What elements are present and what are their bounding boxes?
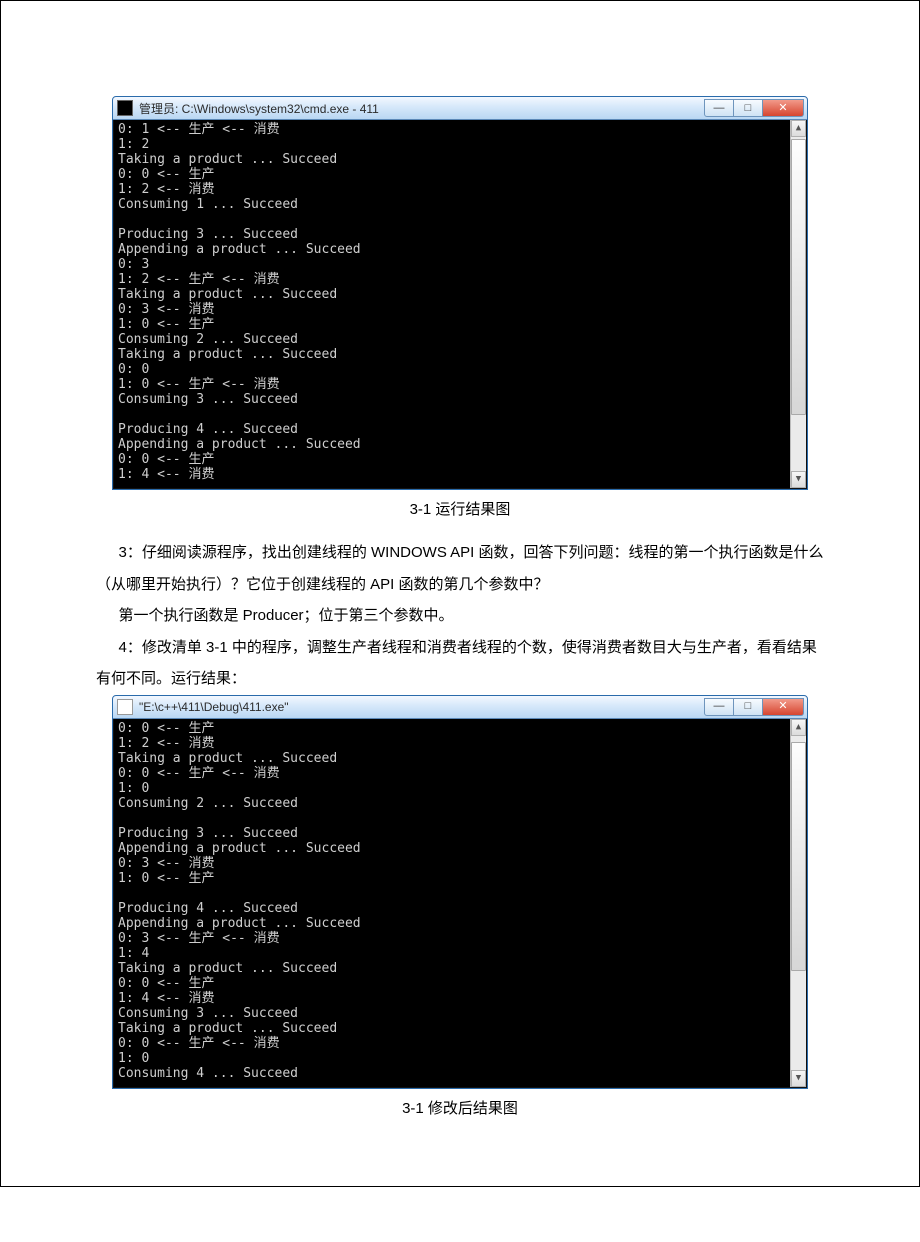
scroll-track[interactable] [791, 736, 806, 1070]
scroll-up-icon[interactable]: ▲ [791, 120, 806, 137]
figure-caption-1: 3-1 运行结果图 [96, 498, 824, 519]
close-button[interactable]: ✕ [763, 698, 804, 716]
console-text-2: 0: 0 <-- 生产 1: 2 <-- 消费 Taking a product… [118, 721, 361, 1081]
window-buttons-2: — □ ✕ [704, 698, 804, 716]
question-3: 3：仔细阅读源程序，找出创建线程的 WINDOWS API 函数，回答下列问题：… [96, 537, 824, 600]
scroll-thumb[interactable] [791, 139, 806, 415]
titlebar-2: "E:\c++\411\Debug\411.exe" — □ ✕ [113, 696, 807, 719]
scrollbar-2[interactable]: ▲ ▼ [790, 719, 806, 1087]
scroll-up-icon[interactable]: ▲ [791, 719, 806, 736]
question-4: 4：修改清单 3-1 中的程序，调整生产者线程和消费者线程的个数，使得消费者数目… [96, 632, 824, 695]
window-title-1: 管理员: C:\Windows\system32\cmd.exe - 411 [137, 100, 704, 117]
console-window-1: 管理员: C:\Windows\system32\cmd.exe - 411 —… [112, 96, 808, 490]
minimize-button[interactable]: — [704, 99, 734, 117]
answer-3: 第一个执行函数是 Producer；位于第三个参数中。 [96, 600, 824, 632]
scroll-track[interactable] [791, 137, 806, 471]
console-output-1: 0: 1 <-- 生产 <-- 消费 1: 2 Taking a product… [113, 120, 807, 489]
scrollbar-1[interactable]: ▲ ▼ [790, 120, 806, 488]
scroll-down-icon[interactable]: ▼ [791, 471, 806, 488]
scroll-thumb[interactable] [791, 742, 806, 971]
exe-icon [117, 699, 133, 715]
titlebar-1: 管理员: C:\Windows\system32\cmd.exe - 411 —… [113, 97, 807, 120]
window-title-2: "E:\c++\411\Debug\411.exe" [137, 700, 704, 714]
maximize-button[interactable]: □ [734, 698, 763, 716]
document-page: 管理员: C:\Windows\system32\cmd.exe - 411 —… [0, 0, 920, 1187]
cmd-icon [117, 100, 133, 116]
figure-caption-2: 3-1 修改后结果图 [96, 1097, 824, 1118]
console-window-2: "E:\c++\411\Debug\411.exe" — □ ✕ 0: 0 <-… [112, 695, 808, 1089]
console-text-1: 0: 1 <-- 生产 <-- 消费 1: 2 Taking a product… [118, 122, 361, 482]
close-button[interactable]: ✕ [763, 99, 804, 117]
maximize-button[interactable]: □ [734, 99, 763, 117]
window-buttons-1: — □ ✕ [704, 99, 804, 117]
console-output-2: 0: 0 <-- 生产 1: 2 <-- 消费 Taking a product… [113, 719, 807, 1088]
scroll-down-icon[interactable]: ▼ [791, 1070, 806, 1087]
minimize-button[interactable]: — [704, 698, 734, 716]
